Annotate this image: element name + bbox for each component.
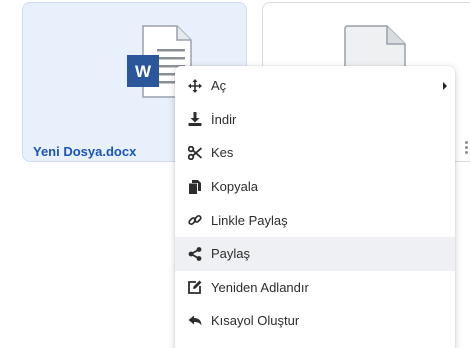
menu-item-label: Kes: [211, 145, 234, 161]
context-menu: Aç İndir Kes Kopyala Linkle Paylaş Payla…: [175, 66, 455, 348]
move-arrows-icon: [187, 78, 203, 94]
share-icon: [187, 246, 203, 262]
menu-item-cut[interactable]: Kes: [175, 136, 455, 170]
menu-item-label: Paylaş: [211, 246, 251, 262]
more-options-icon[interactable]: [463, 141, 470, 157]
file-browser: W Yeni Dosya.docx Aç İndir Kes Kopyala L…: [0, 0, 470, 348]
menu-item-rename[interactable]: Yeniden Adlandır: [175, 271, 455, 305]
copy-icon: [187, 179, 203, 195]
menu-item-label: Yeniden Adlandır: [211, 279, 309, 295]
menu-item-label: Kopyala: [211, 179, 258, 195]
edit-icon: [187, 279, 203, 295]
menu-item-copy[interactable]: Kopyala: [175, 170, 455, 204]
menu-item-label: Aç: [211, 78, 227, 94]
menu-item-label: İndir: [211, 111, 237, 127]
svg-text:W: W: [135, 62, 152, 81]
menu-item-open[interactable]: Aç: [175, 69, 455, 103]
scissors-icon: [187, 145, 203, 161]
menu-item-create-shortcut[interactable]: Kısayol Oluştur: [175, 304, 455, 338]
menu-item-label: Linkle Paylaş: [211, 212, 288, 228]
menu-item-label: Kısayol Oluştur: [211, 313, 300, 329]
submenu-arrow-icon: [443, 82, 447, 90]
menu-item-share-link[interactable]: Linkle Paylaş: [175, 203, 455, 237]
download-icon: [187, 111, 203, 127]
shortcut-arrow-icon: [187, 313, 203, 329]
link-icon: [187, 212, 203, 228]
menu-item-share[interactable]: Paylaş: [175, 236, 455, 271]
file-name[interactable]: Yeni Dosya.docx: [33, 144, 136, 159]
menu-item-download[interactable]: İndir: [175, 103, 455, 137]
